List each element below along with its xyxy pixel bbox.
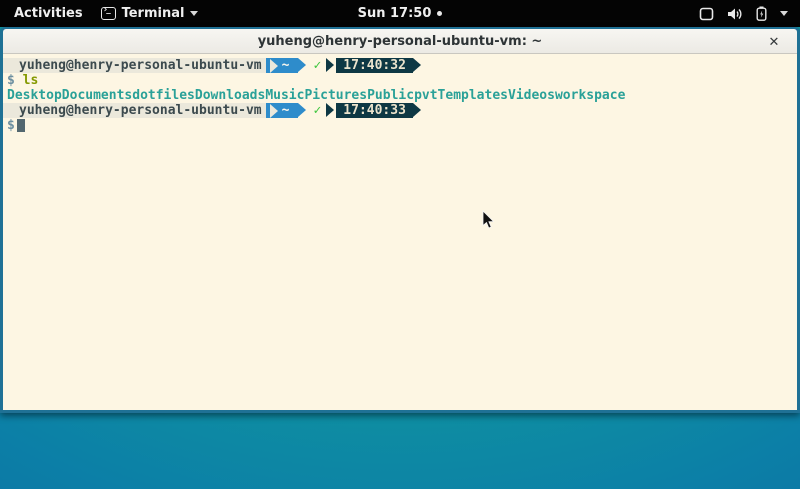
clock-label: Sun 17:50 — [358, 6, 432, 21]
powerline-arrow-icon — [298, 58, 306, 72]
command-line: $ ls — [3, 73, 797, 88]
directory-item: Public — [367, 88, 414, 103]
prompt-time-segment: 17:40:33 — [336, 103, 413, 118]
terminal-icon — [101, 7, 116, 20]
powerline-arrow-icon — [326, 103, 334, 117]
prompt-time-segment: 17:40:32 — [336, 58, 413, 73]
powerline-arrow-icon — [270, 59, 278, 73]
prompt-line: yuheng@henry-personal-ubuntu-vm ~ ✓ 17:4… — [3, 103, 797, 118]
powerline-arrow-icon — [413, 103, 421, 117]
directory-item: Pictures — [304, 88, 367, 103]
ls-output-line: Desktop Documents dotfiles Downloads Mus… — [3, 88, 797, 103]
status-check-icon: ✓ — [306, 58, 326, 73]
activities-button[interactable]: Activities — [10, 6, 87, 21]
directory-item: workspace — [555, 88, 625, 103]
prompt-symbol: $ — [3, 73, 15, 88]
prompt-path: ~ — [282, 103, 290, 118]
terminal-content[interactable]: yuheng@henry-personal-ubuntu-vm ~ ✓ 17:4… — [3, 54, 797, 410]
volume-icon — [727, 7, 743, 21]
window-title: yuheng@henry-personal-ubuntu-vm: ~ — [258, 34, 543, 49]
app-menu-label: Terminal — [122, 6, 185, 21]
powerline-arrow-icon — [413, 58, 421, 72]
system-status-area[interactable] — [699, 6, 800, 21]
network-icon — [699, 7, 714, 21]
close-button[interactable]: ✕ — [765, 33, 783, 51]
mouse-pointer-icon — [482, 210, 496, 230]
prompt-line: yuheng@henry-personal-ubuntu-vm ~ ✓ 17:4… — [3, 58, 797, 73]
status-check-icon: ✓ — [306, 103, 326, 118]
chevron-down-icon — [190, 11, 198, 16]
powerline-arrow-icon — [326, 58, 334, 72]
prompt-host-segment: yuheng@henry-personal-ubuntu-vm — [3, 103, 266, 118]
prompt-host-segment: yuheng@henry-personal-ubuntu-vm — [3, 58, 266, 73]
powerline-arrow-icon — [298, 103, 306, 117]
directory-item: dotfiles — [132, 88, 195, 103]
text-cursor — [17, 119, 25, 132]
app-menu-terminal[interactable]: Terminal — [101, 6, 199, 21]
system-menu-chevron-icon — [780, 11, 788, 16]
directory-item: Documents — [62, 88, 132, 103]
powerline-arrow-icon — [270, 104, 278, 118]
directory-item: pvt — [414, 88, 437, 103]
directory-item: Videos — [508, 88, 555, 103]
input-line[interactable]: $ — [3, 118, 797, 133]
prompt-path-segment: ~ — [266, 58, 299, 73]
terminal-window: yuheng@henry-personal-ubuntu-vm: ~ ✕ yuh… — [0, 27, 800, 413]
directory-item: Desktop — [7, 88, 62, 103]
spacer — [15, 73, 23, 88]
directory-item: Templates — [438, 88, 508, 103]
desktop: Activities Terminal Sun 17:50 — [0, 0, 800, 489]
prompt-path-segment: ~ — [266, 103, 299, 118]
battery-charging-icon — [756, 6, 767, 21]
notification-dot — [437, 11, 442, 16]
directory-item: Music — [265, 88, 304, 103]
window-titlebar[interactable]: yuheng@henry-personal-ubuntu-vm: ~ ✕ — [3, 29, 797, 54]
clock-button[interactable]: Sun 17:50 — [358, 6, 443, 21]
directory-item: Downloads — [195, 88, 265, 103]
prompt-symbol: $ — [3, 118, 15, 133]
top-bar: Activities Terminal Sun 17:50 — [0, 0, 800, 27]
command-text: ls — [23, 73, 39, 88]
prompt-path: ~ — [282, 58, 290, 73]
